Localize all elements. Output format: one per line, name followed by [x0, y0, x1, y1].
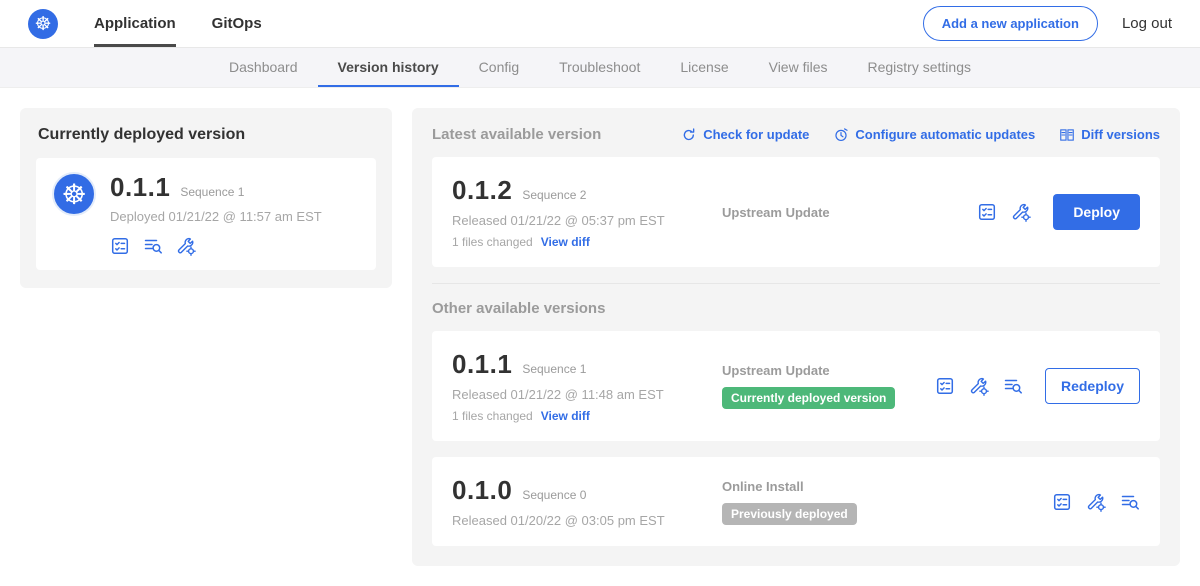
edit-config-icon[interactable]: [176, 236, 196, 256]
check-for-update-label: Check for update: [703, 127, 809, 142]
deploy-button[interactable]: Deploy: [1053, 194, 1140, 230]
version-card-0-1-0: 0.1.0 Sequence 0 Released 01/20/22 @ 03:…: [432, 457, 1160, 546]
top-nav: Application GitOps: [94, 0, 262, 47]
deployed-timestamp: Deployed 01/21/22 @ 11:57 am EST: [110, 209, 322, 224]
version-history-panel: Latest available version Check for updat…: [412, 108, 1180, 566]
deployed-version-number: 0.1.1: [110, 172, 170, 203]
topbar-right: Add a new application Log out: [923, 0, 1172, 47]
latest-version-header: Latest available version Check for updat…: [432, 126, 1160, 143]
source-label: Online Install: [722, 479, 1052, 494]
diff-icon: [1059, 127, 1075, 143]
subtab-registry-settings[interactable]: Registry settings: [848, 48, 991, 87]
redeploy-button[interactable]: Redeploy: [1045, 368, 1140, 404]
release-notes-icon[interactable]: [110, 236, 130, 256]
preflight-checks-icon[interactable]: [143, 236, 163, 256]
edit-config-icon[interactable]: [1011, 202, 1031, 222]
files-changed: 1 files changed: [452, 409, 533, 423]
configure-automatic-updates-link[interactable]: Configure automatic updates: [833, 127, 1035, 143]
source-label: Upstream Update: [722, 363, 935, 378]
diff-versions-label: Diff versions: [1081, 127, 1160, 142]
schedule-icon: [833, 127, 849, 143]
latest-version-title: Latest available version: [432, 126, 601, 143]
currently-deployed-badge: Currently deployed version: [722, 387, 895, 409]
version-header-actions: Check for update Configure automatic upd…: [681, 127, 1160, 143]
version-actions: Deploy: [977, 194, 1140, 230]
check-for-update-link[interactable]: Check for update: [681, 127, 809, 143]
version-info: 0.1.0 Sequence 0 Released 01/20/22 @ 03:…: [452, 475, 710, 528]
version-source: Online Install Previously deployed: [710, 479, 1052, 525]
deployed-panel-title: Currently deployed version: [38, 126, 376, 144]
edit-config-icon[interactable]: [1086, 492, 1106, 512]
version-number: 0.1.0: [452, 475, 512, 506]
diff-versions-link[interactable]: Diff versions: [1059, 127, 1160, 143]
refresh-icon: [681, 127, 697, 143]
application-icon: ☸: [52, 172, 96, 216]
version-sequence: Sequence 1: [522, 362, 586, 376]
version-info: 0.1.2 Sequence 2 Released 01/21/22 @ 05:…: [452, 175, 710, 249]
tab-gitops[interactable]: GitOps: [212, 0, 262, 47]
previously-deployed-badge: Previously deployed: [722, 503, 857, 525]
version-source: Upstream Update Currently deployed versi…: [710, 363, 935, 409]
subtab-license[interactable]: License: [660, 48, 748, 87]
version-card-latest: 0.1.2 Sequence 2 Released 01/21/22 @ 05:…: [432, 157, 1160, 267]
view-diff-link[interactable]: View diff: [541, 235, 590, 249]
edit-config-icon[interactable]: [969, 376, 989, 396]
tab-application[interactable]: Application: [94, 0, 176, 47]
release-notes-icon[interactable]: [977, 202, 997, 222]
version-number: 0.1.1: [452, 349, 512, 380]
version-card-0-1-1: 0.1.1 Sequence 1 Released 01/21/22 @ 11:…: [432, 331, 1160, 441]
subtab-view-files[interactable]: View files: [749, 48, 848, 87]
version-number: 0.1.2: [452, 175, 512, 206]
version-source: Upstream Update: [710, 205, 977, 220]
preflight-checks-icon[interactable]: [1003, 376, 1023, 396]
logout-link[interactable]: Log out: [1122, 15, 1172, 32]
add-application-button[interactable]: Add a new application: [923, 6, 1098, 41]
section-divider: [432, 283, 1160, 284]
version-released: Released 01/21/22 @ 11:48 am EST: [452, 387, 710, 402]
version-released: Released 01/20/22 @ 03:05 pm EST: [452, 513, 710, 528]
version-released: Released 01/21/22 @ 05:37 pm EST: [452, 213, 710, 228]
subtab-troubleshoot[interactable]: Troubleshoot: [539, 48, 660, 87]
release-notes-icon[interactable]: [1052, 492, 1072, 512]
subtab-config[interactable]: Config: [459, 48, 539, 87]
subtab-dashboard[interactable]: Dashboard: [209, 48, 318, 87]
other-versions-title: Other available versions: [432, 300, 1160, 317]
preflight-checks-icon[interactable]: [1120, 492, 1140, 512]
subtab-version-history[interactable]: Version history: [318, 48, 459, 87]
version-sequence: Sequence 2: [522, 188, 586, 202]
app-subnav: Dashboard Version history Config Trouble…: [0, 48, 1200, 88]
deployed-version-card: ☸ 0.1.1 Sequence 1 Deployed 01/21/22 @ 1…: [36, 158, 376, 270]
app-logo: ☸: [28, 0, 58, 47]
deployed-sequence: Sequence 1: [180, 185, 244, 199]
version-sequence: Sequence 0: [522, 488, 586, 502]
topbar: ☸ Application GitOps Add a new applicati…: [0, 0, 1200, 48]
files-changed: 1 files changed: [452, 235, 533, 249]
release-notes-icon[interactable]: [935, 376, 955, 396]
version-actions: [1052, 492, 1140, 512]
kubernetes-icon: ☸: [28, 9, 58, 39]
view-diff-link[interactable]: View diff: [541, 409, 590, 423]
version-info: 0.1.1 Sequence 1 Released 01/21/22 @ 11:…: [452, 349, 710, 423]
configure-automatic-updates-label: Configure automatic updates: [855, 127, 1035, 142]
deployed-action-icons: [110, 236, 360, 256]
currently-deployed-panel: Currently deployed version ☸ 0.1.1 Seque…: [20, 108, 392, 288]
main-content: Currently deployed version ☸ 0.1.1 Seque…: [0, 88, 1200, 586]
source-label: Upstream Update: [722, 205, 977, 220]
version-actions: Redeploy: [935, 368, 1140, 404]
